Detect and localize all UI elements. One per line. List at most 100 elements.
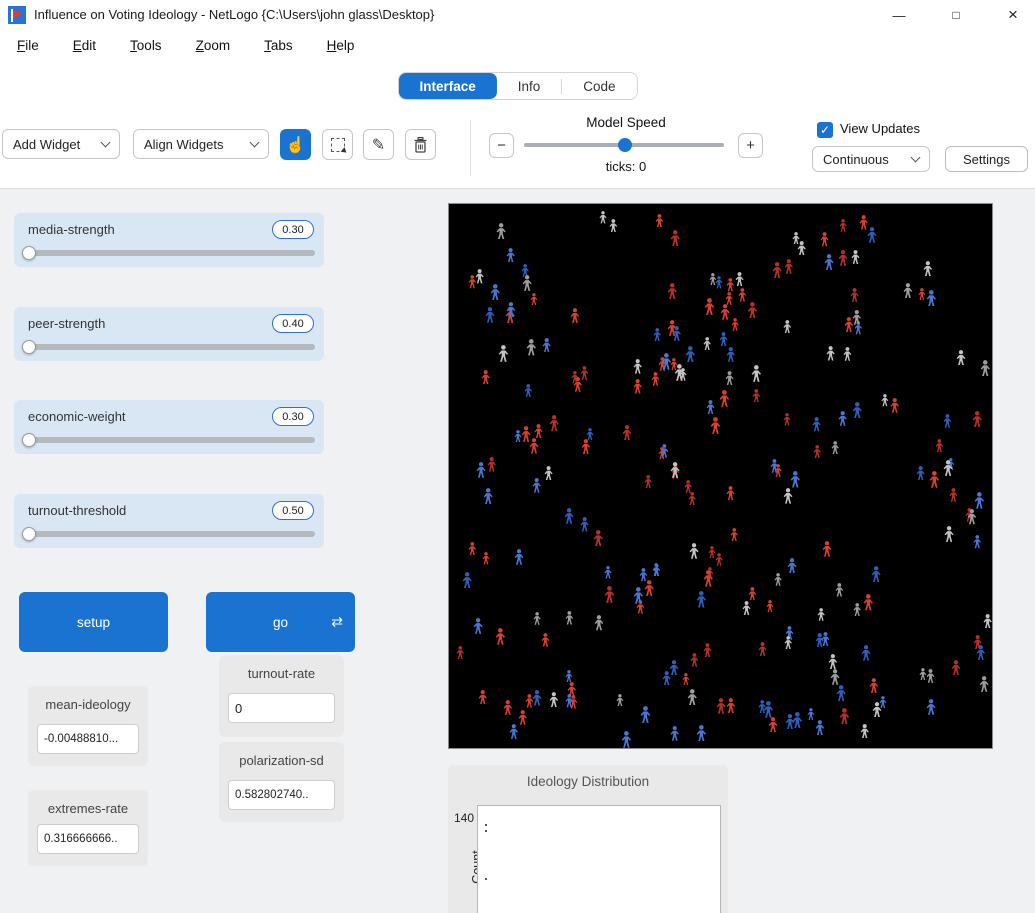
- menu-edit[interactable]: Edit: [61, 33, 108, 58]
- marquee-select-icon: [331, 138, 345, 152]
- chevron-down-icon: [911, 152, 921, 162]
- person-agent: [822, 541, 832, 557]
- person-agent: [688, 492, 696, 505]
- person-agent: [726, 278, 735, 291]
- update-mode-dropdown[interactable]: Continuous: [812, 146, 930, 172]
- marquee-select-button[interactable]: [322, 129, 353, 160]
- person-agent: [529, 438, 539, 454]
- world-view[interactable]: [448, 203, 993, 749]
- person-agent: [974, 492, 985, 509]
- person-agent: [976, 645, 986, 660]
- slider-handle[interactable]: [22, 433, 36, 447]
- slider-track[interactable]: [23, 250, 315, 256]
- person-agent: [655, 214, 664, 228]
- person-agent: [581, 439, 591, 454]
- person-agent: [687, 689, 698, 705]
- slider-handle[interactable]: [22, 246, 36, 260]
- monitor-label: polarization-sd: [219, 753, 344, 768]
- chevron-down-icon: [101, 137, 111, 147]
- person-agent: [564, 508, 574, 524]
- slider-track[interactable]: [23, 531, 315, 537]
- menu-file[interactable]: File: [5, 33, 51, 58]
- person-agent: [571, 371, 579, 383]
- tab-interface[interactable]: Interface: [398, 73, 496, 99]
- plot-ideology-distribution[interactable]: Ideology Distribution 140 Count: [448, 765, 728, 913]
- person-agent: [772, 262, 782, 278]
- person-agent: [633, 379, 642, 394]
- slider-handle[interactable]: [22, 527, 36, 541]
- person-agent: [853, 603, 861, 616]
- menu-tools[interactable]: Tools: [118, 33, 174, 58]
- person-agent: [815, 720, 825, 735]
- minimize-button[interactable]: —: [876, 0, 922, 30]
- model-speed-label: Model Speed: [512, 115, 740, 130]
- person-agent: [703, 643, 712, 657]
- delete-widget-button[interactable]: [405, 129, 436, 160]
- person-agent: [518, 710, 528, 725]
- person-agent: [807, 708, 815, 720]
- person-agent: [943, 414, 952, 428]
- person-agent: [715, 553, 723, 566]
- slider-track[interactable]: [23, 437, 315, 443]
- person-agent: [758, 642, 767, 656]
- person-agent: [633, 587, 644, 604]
- slider-track[interactable]: [23, 344, 315, 350]
- go-button[interactable]: go ⇄: [206, 592, 355, 652]
- pencil-icon: ✎: [372, 135, 385, 155]
- select-hand-tool-button[interactable]: ☝: [280, 129, 311, 160]
- align-widgets-dropdown[interactable]: Align Widgets: [133, 129, 269, 159]
- close-button[interactable]: ×: [990, 0, 1035, 30]
- speed-faster-button[interactable]: +: [738, 133, 763, 158]
- person-agent: [926, 699, 936, 715]
- maximize-button[interactable]: □: [933, 0, 979, 30]
- update-mode-value: Continuous: [823, 152, 889, 167]
- person-agent: [462, 572, 472, 588]
- person-agent: [524, 384, 533, 397]
- settings-button[interactable]: Settings: [945, 146, 1028, 172]
- person-agent: [495, 628, 506, 645]
- person-agent: [609, 219, 618, 233]
- person-agent: [890, 398, 900, 413]
- person-agent: [949, 488, 958, 502]
- person-agent: [835, 583, 844, 597]
- person-agent: [652, 563, 660, 576]
- person-agent: [967, 509, 977, 524]
- setup-button-label: setup: [77, 615, 110, 630]
- view-updates-label: View Updates: [840, 121, 920, 136]
- plot-pen-mark: [485, 830, 487, 832]
- person-agent: [703, 570, 714, 587]
- person-agent: [530, 293, 538, 305]
- person-agent: [784, 259, 794, 274]
- view-updates-checkbox[interactable]: ✓: [817, 122, 833, 138]
- person-agent: [719, 332, 728, 346]
- person-agent: [514, 549, 524, 565]
- person-agent: [826, 346, 835, 361]
- speed-slower-button[interactable]: −: [489, 133, 514, 158]
- slider-value: 0.50: [272, 501, 314, 520]
- person-agent: [541, 633, 550, 647]
- tab-group: Interface Info Code: [397, 72, 637, 100]
- person-agent: [586, 428, 594, 441]
- person-agent: [850, 288, 859, 302]
- setup-button[interactable]: setup: [19, 592, 168, 652]
- person-agent: [770, 459, 779, 473]
- person-agent: [490, 284, 501, 300]
- monitor-value: 0.582802740..: [228, 780, 335, 810]
- menu-bar: File Edit Tools Zoom Tabs Help: [0, 30, 1035, 61]
- person-agent: [956, 350, 966, 366]
- tab-code[interactable]: Code: [562, 73, 636, 99]
- trash-icon: [413, 137, 428, 153]
- edit-widget-button[interactable]: ✎: [363, 129, 394, 160]
- person-agent: [478, 690, 488, 705]
- menu-help[interactable]: Help: [315, 33, 367, 58]
- menu-zoom[interactable]: Zoom: [184, 33, 243, 58]
- person-agent: [944, 526, 954, 542]
- menu-tabs[interactable]: Tabs: [252, 33, 305, 58]
- chevron-down-icon: [250, 137, 260, 147]
- tab-info[interactable]: Info: [497, 73, 562, 99]
- slider-handle[interactable]: [22, 340, 36, 354]
- model-speed-handle[interactable]: [618, 138, 632, 152]
- add-widget-dropdown[interactable]: Add Widget: [2, 129, 120, 159]
- monitor-polarization-sd: polarization-sd 0.582802740..: [219, 742, 344, 822]
- person-agent: [565, 694, 574, 707]
